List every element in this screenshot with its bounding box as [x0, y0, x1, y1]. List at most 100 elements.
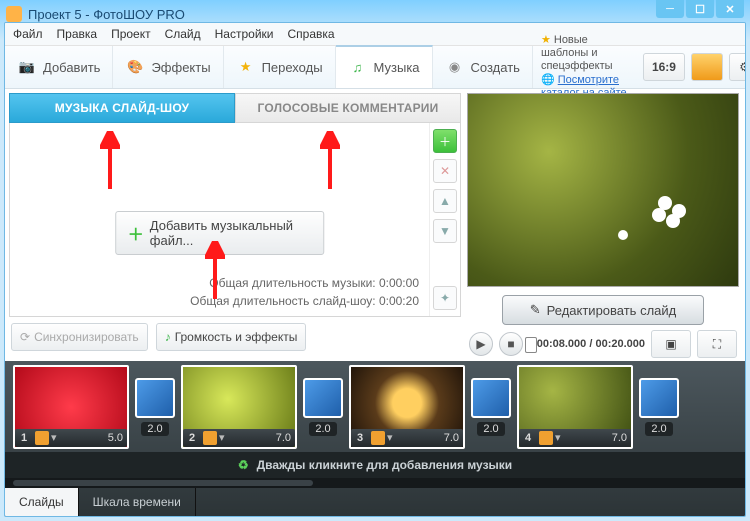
menu-settings[interactable]: Настройки: [215, 27, 274, 41]
volume-effects-button[interactable]: ♪ Громкость и эффекты: [156, 323, 307, 351]
slide-item[interactable]: 4▾7.0: [517, 365, 633, 449]
ribbon-add[interactable]: 📷 Добавить: [5, 46, 113, 88]
ribbon-toolbar: 📷 Добавить 🎨 Эффекты ★ Переходы ♫ Музыка…: [5, 46, 745, 89]
menu-help[interactable]: Справка: [287, 27, 334, 41]
theme-button[interactable]: [691, 53, 723, 81]
sync-button[interactable]: ⟳ Синхронизировать: [11, 323, 148, 351]
disc-icon: ◉: [445, 57, 465, 77]
ribbon-music[interactable]: ♫ Музыка: [336, 45, 433, 88]
edit-slide-button[interactable]: ✎ Редактировать слайд: [502, 295, 704, 325]
music-tabs: МУЗЫКА СЛАЙД-ШОУ ГОЛОСОВЫЕ КОММЕНТАРИИ: [9, 93, 461, 123]
timeline: 1▾5.0 2.0 2▾7.0 2.0 3▾7.0 2.0 4▾7.0 2.0: [5, 361, 745, 516]
left-pane: МУЗЫКА СЛАЙД-ШОУ ГОЛОСОВЫЕ КОММЕНТАРИИ ＋…: [5, 89, 465, 361]
equalizer-icon: ♪: [165, 330, 171, 344]
star-icon: ★: [236, 57, 256, 77]
music-bottom-buttons: ⟳ Синхронизировать ♪ Громкость и эффекты: [9, 317, 461, 357]
ribbon-transitions[interactable]: ★ Переходы: [224, 46, 336, 88]
menu-project[interactable]: Проект: [111, 27, 151, 41]
slide-item[interactable]: 1▾5.0: [13, 365, 129, 449]
scrollbar-thumb[interactable]: [13, 480, 313, 486]
snapshot-button[interactable]: ▣: [651, 330, 691, 358]
aspect-ratio-button[interactable]: 16:9: [643, 53, 685, 81]
magic-button[interactable]: ✦: [433, 286, 457, 310]
menu-edit[interactable]: Правка: [57, 27, 98, 41]
chevron-down-icon[interactable]: ▾: [387, 431, 393, 444]
move-down-button[interactable]: ▼: [433, 219, 457, 243]
fullscreen-icon: ⛶: [713, 337, 721, 352]
edit-icon[interactable]: [539, 431, 553, 445]
seek-slider[interactable]: [529, 341, 531, 347]
right-pane: ✎ Редактировать слайд ▶ ■ 00:08.000 / 00…: [465, 89, 745, 361]
promo-star-icon: ★: [541, 34, 551, 46]
music-side-buttons: ＋ ✕ ▲ ▼ ✦: [430, 123, 460, 316]
menu-file[interactable]: Файл: [13, 27, 43, 41]
tl-tab-slides[interactable]: Слайды: [5, 488, 79, 516]
seek-knob[interactable]: [525, 337, 537, 353]
play-button[interactable]: ▶: [469, 332, 493, 356]
window-controls: ─ ☐ ✕: [654, 0, 744, 18]
close-button[interactable]: ✕: [716, 0, 744, 18]
move-up-button[interactable]: ▲: [433, 189, 457, 213]
camera-icon: ▣: [665, 337, 676, 351]
edit-icon[interactable]: [35, 431, 49, 445]
tl-tab-timescale[interactable]: Шкала времени: [79, 488, 196, 516]
fullscreen-button[interactable]: ⛶: [697, 330, 737, 358]
slide-item[interactable]: 3▾7.0: [349, 365, 465, 449]
minimize-button[interactable]: ─: [656, 0, 684, 18]
plus-icon: ＋: [128, 221, 144, 245]
window-title: Проект 5 - ФотоШОУ PRO: [28, 7, 185, 22]
transition-item[interactable]: 2.0: [471, 378, 511, 436]
preview-area[interactable]: [467, 93, 739, 287]
music-panel: ＋ Добавить музыкальный файл... Общая дли…: [9, 123, 461, 317]
promo-text: Новые шаблоны и спецэффекты: [541, 34, 613, 72]
ribbon-create[interactable]: ◉ Создать: [433, 46, 533, 88]
transition-thumb[interactable]: [303, 378, 343, 418]
edit-icon[interactable]: [203, 431, 217, 445]
refresh-icon: ♻: [238, 458, 249, 472]
client-area: Файл Правка Проект Слайд Настройки Справ…: [4, 22, 746, 517]
slide-item[interactable]: 2▾7.0: [181, 365, 297, 449]
settings-button[interactable]: ⚙: [729, 53, 746, 81]
music-list[interactable]: ＋ Добавить музыкальный файл... Общая дли…: [10, 123, 430, 316]
palette-icon: 🎨: [125, 57, 145, 77]
gear-icon: ⚙: [739, 60, 746, 74]
ribbon-effects[interactable]: 🎨 Эффекты: [113, 46, 223, 88]
chevron-down-icon[interactable]: ▾: [219, 431, 225, 444]
annotation-arrow: [320, 131, 340, 191]
transition-thumb[interactable]: [471, 378, 511, 418]
transition-thumb[interactable]: [639, 378, 679, 418]
stop-button[interactable]: ■: [499, 332, 523, 356]
camera-icon: 📷: [17, 57, 37, 77]
timeline-tabs: Слайды Шкала времени: [5, 488, 745, 516]
chevron-down-icon[interactable]: ▾: [555, 431, 561, 444]
timeline-hint[interactable]: ♻ Дважды кликните для добавления музыки: [5, 452, 745, 478]
menu-slide[interactable]: Слайд: [165, 27, 201, 41]
promo-globe-icon: 🌐: [541, 74, 555, 86]
tab-music-slideshow[interactable]: МУЗЫКА СЛАЙД-ШОУ: [9, 93, 235, 123]
maximize-button[interactable]: ☐: [686, 0, 714, 18]
transition-thumb[interactable]: [135, 378, 175, 418]
ribbon-right-controls: ★ Новые шаблоны и спецэффекты 🌐 Посмотри…: [533, 46, 746, 88]
timeline-scrollbar[interactable]: [5, 478, 745, 488]
annotation-arrow: [100, 131, 120, 191]
duration-stats: Общая длительность музыки: 0:00:00 Общая…: [190, 274, 419, 310]
pencil-icon: ✎: [530, 302, 541, 318]
application-window: Проект 5 - ФотоШОУ PRO ─ ☐ ✕ Файл Правка…: [0, 0, 750, 521]
chevron-down-icon[interactable]: ▾: [51, 431, 57, 444]
thumbnail-row[interactable]: 1▾5.0 2.0 2▾7.0 2.0 3▾7.0 2.0 4▾7.0 2.0: [5, 361, 745, 452]
player-controls: ▶ ■ 00:08.000 / 00:20.000 ▣ ⛶: [467, 331, 739, 357]
remove-track-button[interactable]: ✕: [433, 159, 457, 183]
transition-item[interactable]: 2.0: [303, 378, 343, 436]
main-body: МУЗЫКА СЛАЙД-ШОУ ГОЛОСОВЫЕ КОММЕНТАРИИ ＋…: [5, 89, 745, 361]
add-music-button[interactable]: ＋ Добавить музыкальный файл...: [115, 211, 325, 255]
preview-flower: [618, 186, 718, 246]
app-icon: [6, 6, 22, 22]
transition-item[interactable]: 2.0: [135, 378, 175, 436]
transition-item[interactable]: 2.0: [639, 378, 679, 436]
edit-icon[interactable]: [371, 431, 385, 445]
time-display: 00:08.000 / 00:20.000: [537, 338, 645, 350]
music-icon: ♫: [348, 58, 368, 78]
add-track-button[interactable]: ＋: [433, 129, 457, 153]
tab-voice-comments[interactable]: ГОЛОСОВЫЕ КОММЕНТАРИИ: [235, 93, 461, 123]
sync-icon: ⟳: [20, 330, 30, 344]
